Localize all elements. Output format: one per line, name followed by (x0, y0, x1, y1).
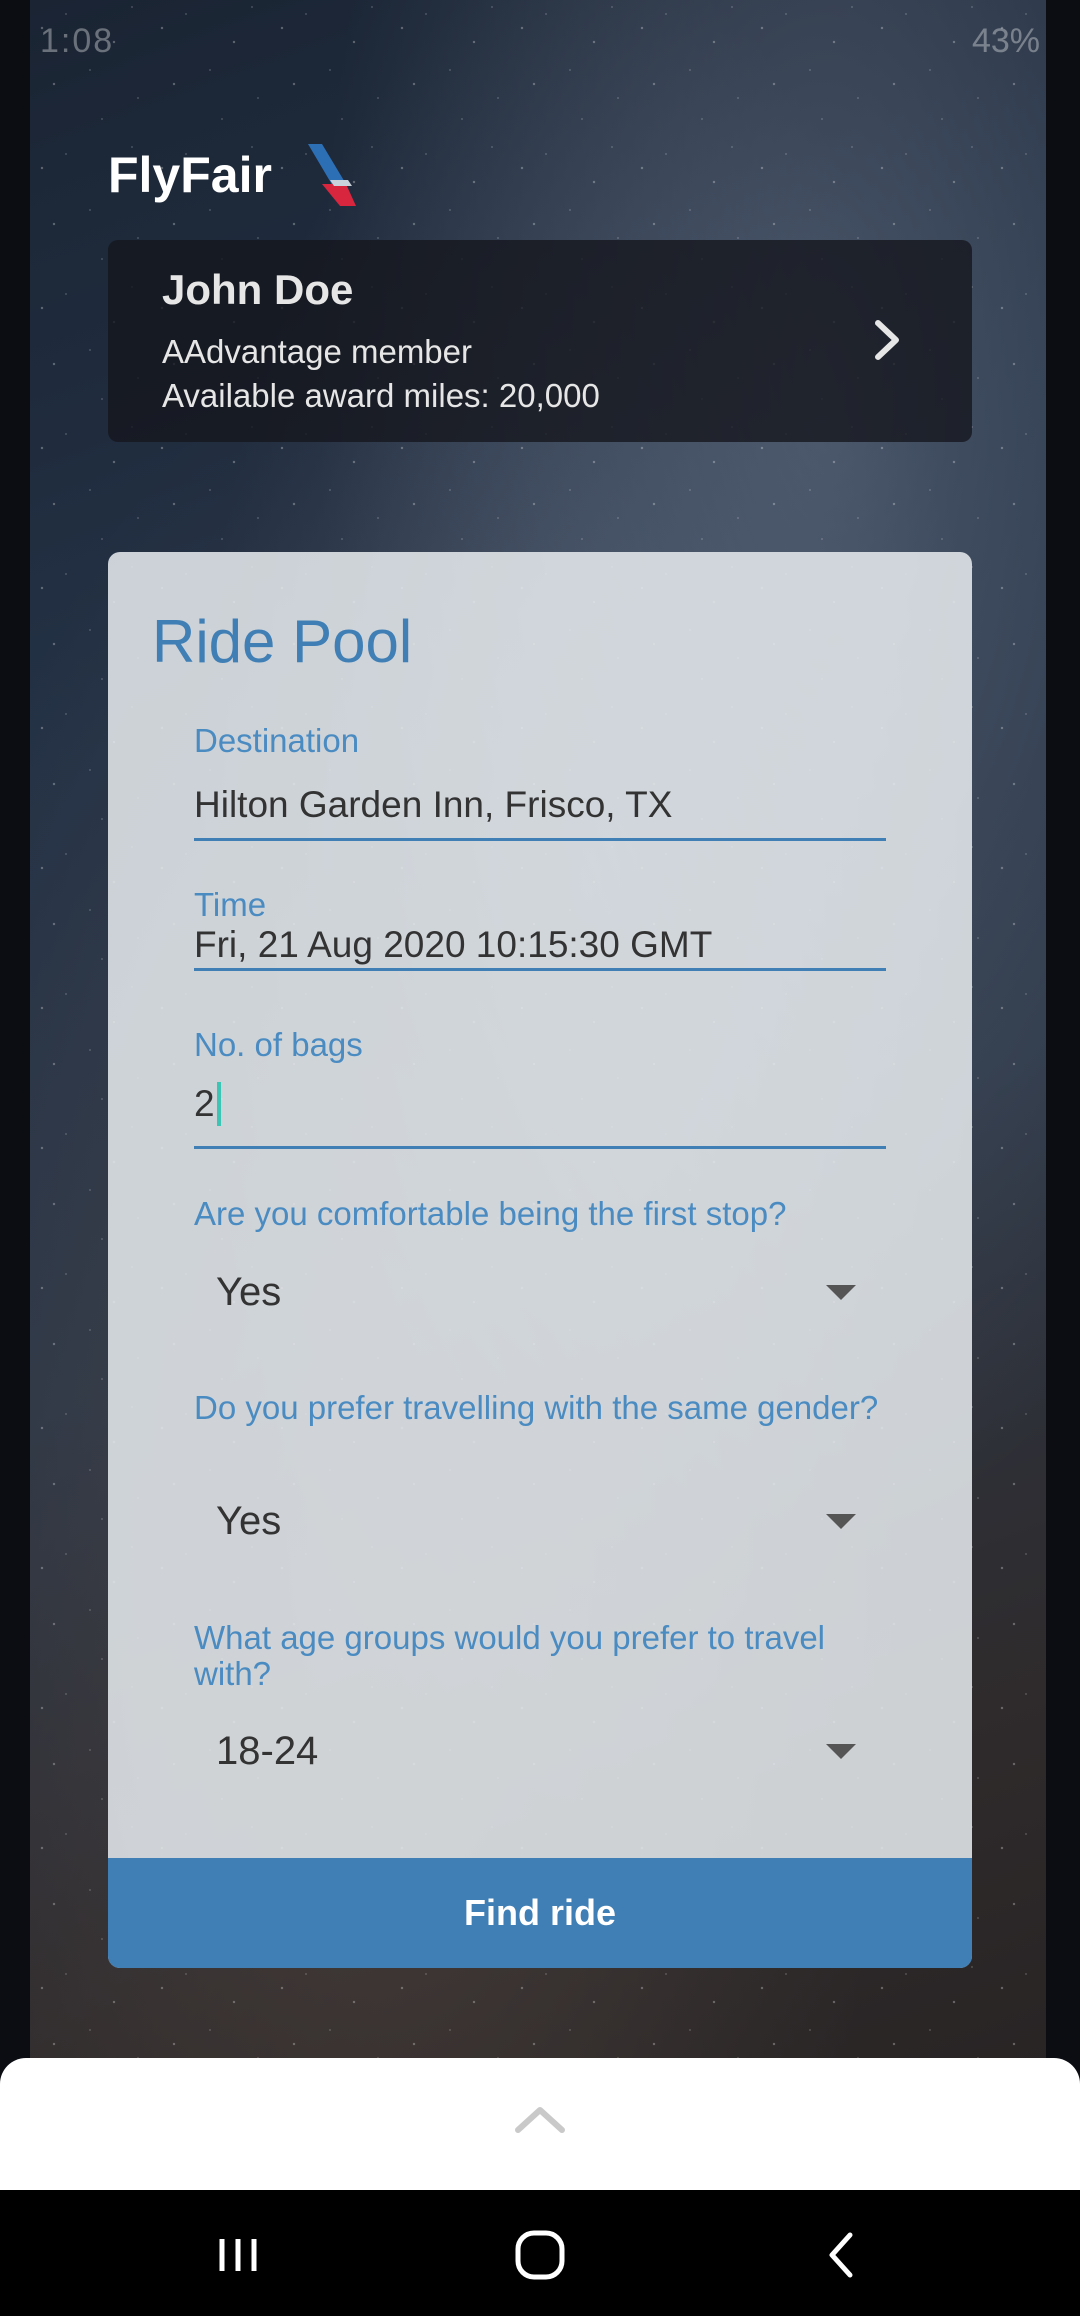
chevron-up-icon[interactable] (514, 2104, 566, 2134)
system-nav-bar (0, 2190, 1080, 2316)
age-group-select[interactable]: 18-24 (194, 1716, 886, 1786)
time-input[interactable]: Fri, 21 Aug 2020 10:15:30 GMT (194, 924, 886, 971)
app-title: FlyFair (108, 147, 272, 203)
destination-value: Hilton Garden Inn, Frisco, TX (194, 784, 673, 825)
brand-header: FlyFair (108, 140, 370, 210)
text-cursor (216, 1082, 221, 1126)
status-time: 1:08 (40, 22, 115, 60)
time-field[interactable]: Time Fri, 21 Aug 2020 10:15:30 GMT (194, 886, 886, 971)
chevron-right-icon[interactable] (862, 315, 912, 365)
bottom-sheet[interactable] (0, 2058, 1080, 2190)
destination-label: Destination (194, 722, 360, 759)
ride-pool-form: Ride Pool Destination Hilton Garden Inn,… (108, 552, 972, 1968)
first-stop-question: Are you comfortable being the first stop… (194, 1195, 787, 1232)
dropdown-arrow-icon (826, 1284, 856, 1300)
back-icon[interactable] (812, 2225, 872, 2285)
time-label: Time (194, 886, 267, 923)
dropdown-arrow-icon (826, 1513, 856, 1529)
destination-field[interactable]: Destination Hilton Garden Inn, Frisco, T… (194, 722, 886, 841)
member-card[interactable]: John Doe AAdvantage member Available awa… (108, 240, 972, 442)
bags-value: 2 (194, 1083, 215, 1124)
member-name: John Doe (162, 266, 354, 313)
same-gender-selected: Yes (216, 1498, 282, 1543)
battery-level: 43% (971, 22, 1040, 60)
dropdown-arrow-icon (826, 1743, 856, 1759)
home-icon[interactable] (510, 2225, 570, 2285)
member-miles: Available award miles: 20,000 (162, 377, 600, 414)
age-group-selected: 18-24 (216, 1728, 319, 1773)
airline-logo-icon (307, 144, 356, 206)
bags-label: No. of bags (194, 1026, 363, 1063)
bags-field[interactable]: No. of bags 2 (194, 1026, 886, 1149)
recent-apps-icon[interactable] (208, 2225, 268, 2285)
first-stop-selected: Yes (216, 1269, 282, 1314)
same-gender-question: Do you prefer travelling with the same g… (194, 1389, 879, 1426)
same-gender-select[interactable]: Yes (194, 1486, 886, 1556)
destination-input[interactable]: Hilton Garden Inn, Frisco, TX (194, 778, 886, 841)
status-bar: 1:08 43% (0, 0, 1080, 80)
find-ride-button[interactable]: Find ride (108, 1858, 972, 1968)
time-value: Fri, 21 Aug 2020 10:15:30 GMT (194, 924, 713, 965)
age-group-question: What age groups would you prefer to trav… (194, 1619, 826, 1692)
form-title: Ride Pool (152, 608, 413, 675)
first-stop-select[interactable]: Yes (194, 1257, 886, 1327)
bags-input[interactable]: 2 (194, 1076, 886, 1149)
member-tier: AAdvantage member (162, 333, 473, 370)
